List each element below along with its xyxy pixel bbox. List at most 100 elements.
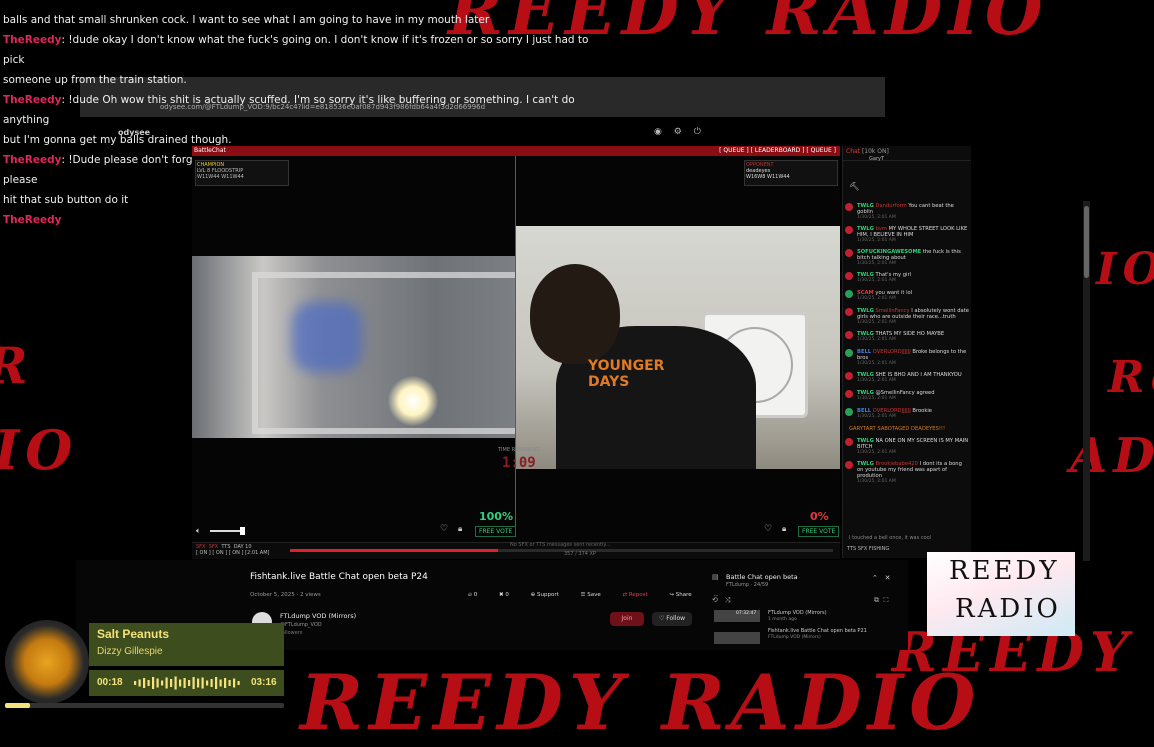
overlay-chat-line: TheReedy: !dude Oh wow this shit is actu…	[3, 94, 575, 126]
chat-panel: Chat [10k ON] GaryT 🔨︎ TWLG Dandurform Y…	[842, 146, 971, 558]
chat-timestamp: 1/30/25, 2:01 AM	[857, 238, 896, 243]
follow-button[interactable]: ♡ Follow	[652, 612, 692, 626]
waveform-bar	[170, 679, 173, 687]
channel-handle[interactable]: @FTLdump_VOD	[280, 622, 322, 628]
track-artist: Dizzy Gillespie	[97, 646, 163, 657]
join-label: Join	[621, 615, 633, 622]
waveform-bar	[224, 678, 227, 688]
browser-icons: ◉ ⚙ ⏻	[654, 127, 710, 137]
channel-name[interactable]: FTLdump VOD (Mirrors)	[280, 612, 356, 620]
waveform-visualizer	[134, 676, 240, 690]
volume-icon[interactable]: 🔈︎	[196, 526, 201, 536]
playlist-item-channel[interactable]: FTLdump VOD (Mirrors)	[768, 610, 827, 616]
playlist-title[interactable]: Battle Chat open beta	[726, 573, 798, 581]
chat-timestamp: 1/30/25, 2:01 AM	[857, 396, 896, 401]
chat-header: Chat [10k ON]	[843, 146, 971, 161]
status-toggles[interactable]: SFX SFX TTS DAY 10 [ ON ] [ ON ] [ ON ] …	[196, 544, 270, 556]
playlist-item-thumb[interactable]	[714, 632, 760, 644]
repost-button[interactable]: ⇄ Repost	[622, 592, 657, 598]
join-button[interactable]: Join	[610, 612, 644, 626]
video-date: October 5, 2025 · 2 views	[250, 592, 321, 598]
copy-icon[interactable]: ⧉	[874, 596, 879, 604]
follow-label: Follow	[666, 615, 686, 622]
user-avatar-icon	[845, 438, 853, 446]
pin-icon[interactable]: 🔨︎	[849, 182, 859, 191]
playlist-item-title[interactable]: Fishtank.live Battle Chat open beta P21	[768, 628, 867, 634]
chat-message-text: MY WHOLE STREET LOOK LIKE HIM, I BELIEVE…	[857, 226, 968, 238]
chat-scrollbar-thumb[interactable]	[1084, 206, 1089, 278]
logo-line-2: RADIO	[955, 594, 1061, 624]
chat-username[interactable]: Dandurform	[875, 203, 906, 209]
chat-timestamp: 1/30/25, 2:01 AM	[857, 337, 896, 342]
track-title: Salt Peanuts	[97, 627, 170, 641]
shirt-graphic: YOUNGER DAYS	[588, 358, 665, 390]
chat-message: TWLG @SmellinFancy agreed 1/30/25, 2:01 A…	[845, 390, 969, 403]
track-progress-track	[5, 703, 284, 708]
chat-message: TWLG SHE IS BHO AND I AM THANKYOU 1/30/25…	[845, 372, 969, 385]
shuffle-icon[interactable]: ⤨	[725, 596, 731, 604]
heart-icon[interactable]: ♡	[440, 524, 448, 534]
chevron-up-icon[interactable]: ⌃	[872, 574, 878, 582]
fire-button[interactable]: 🔥︎ 0	[468, 592, 487, 598]
chat-timestamp: 1/30/25, 2:01 AM	[857, 261, 896, 266]
status-note: No SFX or TTS messages sent recently...	[510, 542, 611, 548]
power-icon[interactable]: ⏻	[694, 127, 701, 137]
expand-icon[interactable]: ⛶	[883, 596, 888, 604]
free-vote-button-right[interactable]: FREE VOTE	[798, 526, 840, 537]
support-button[interactable]: ⊕ Support	[531, 592, 569, 598]
waveform-bar	[143, 678, 146, 688]
waveform-bar	[201, 677, 204, 689]
chat-username[interactable]: OVERLORDJJJJJJ	[873, 349, 911, 355]
vote-percent-right: 0%	[810, 510, 829, 523]
waveform-bar	[161, 680, 164, 686]
logo-line-1: REEDY	[949, 556, 1060, 586]
close-icon[interactable]: ✕	[885, 574, 891, 582]
chat-message: SCAM you want it lol 1/30/25, 2:01 AM	[845, 290, 969, 303]
loop-icon[interactable]: ⟲	[712, 596, 718, 604]
playlist-extra-icons: ⧉ ⛶	[874, 596, 888, 605]
bg-brand-bottom: REEDY RADIO	[300, 658, 982, 747]
app-menu[interactable]: [ QUEUE ] [ LEADERBOARD ] [ QUEUE ]	[719, 146, 836, 156]
chat-message: BELL OVERLORDJJJJJJ Broke belongs to the…	[845, 349, 969, 367]
battle-timer: 1:09	[502, 455, 536, 471]
video-left	[192, 256, 515, 438]
playlist-item-channel[interactable]: FTLdump VOD (Mirrors)	[768, 635, 821, 640]
overlay-chat-line: someone up from the train station.	[3, 74, 187, 86]
app-titlebar: BattleChat [ QUEUE ] [ LEADERBOARD ] [ Q…	[192, 146, 840, 156]
player2-stats: W16W8 W11W44	[746, 174, 790, 180]
waveform-bar	[228, 680, 231, 686]
chat-message: SOFUCKINGAWESOME the fuck is this bitch …	[845, 249, 969, 267]
chat-input[interactable]: I touched a bell once, it was cool	[849, 535, 931, 541]
waveform-bar	[179, 679, 182, 687]
waveform-bar	[134, 681, 137, 685]
waveform-bar	[183, 678, 186, 688]
volume-slider-thumb[interactable]	[240, 527, 245, 535]
xp-count: 357 / 374 XP	[564, 551, 596, 557]
lock-icon[interactable]: 🔒︎	[782, 524, 786, 534]
share-button[interactable]: ↪ Share	[669, 592, 701, 598]
chat-timestamp: 1/30/25, 2:01 AM	[857, 450, 896, 455]
volume-slider[interactable]	[210, 530, 242, 532]
heart-icon[interactable]: ♡	[764, 524, 772, 534]
waveform-bar	[174, 676, 177, 690]
user-avatar-icon	[845, 203, 853, 211]
xp-progress-track	[498, 549, 833, 552]
chat-footer-toolbar[interactable]: TTS SFX FISHING	[847, 546, 889, 552]
user-avatar-icon	[845, 290, 853, 298]
slime-button[interactable]: ✖ 0	[499, 592, 519, 598]
chat-message: TWLG That's my girl 1/30/25, 2:01 AM	[845, 272, 969, 285]
eye-icon[interactable]: ◉	[654, 127, 662, 137]
gear-icon[interactable]: ⚙	[674, 127, 682, 137]
free-vote-button-left[interactable]: FREE VOTE	[475, 526, 517, 537]
user-avatar-icon	[845, 390, 853, 398]
chat-timestamp: 1/30/25, 2:01 AM	[857, 215, 896, 220]
app-statusbar: SFX SFX TTS DAY 10 [ ON ] [ ON ] [ ON ] …	[192, 542, 840, 559]
user-avatar-icon	[845, 349, 853, 357]
lock-icon[interactable]: 🔒︎	[458, 524, 462, 534]
bg-brand-left: R	[0, 336, 34, 395]
chat-message: TWLG THATS MY SIDE HO MAYBE 1/30/25, 2:01…	[845, 331, 969, 344]
save-button[interactable]: ☰ Save	[581, 592, 611, 598]
waveform-bar	[206, 680, 209, 686]
chat-message: BELL OVERLORDJJJJJJ Brookie 1/30/25, 2:01…	[845, 408, 969, 421]
chat-messages: TWLG Dandurform You cant beat the goblin…	[845, 203, 969, 490]
